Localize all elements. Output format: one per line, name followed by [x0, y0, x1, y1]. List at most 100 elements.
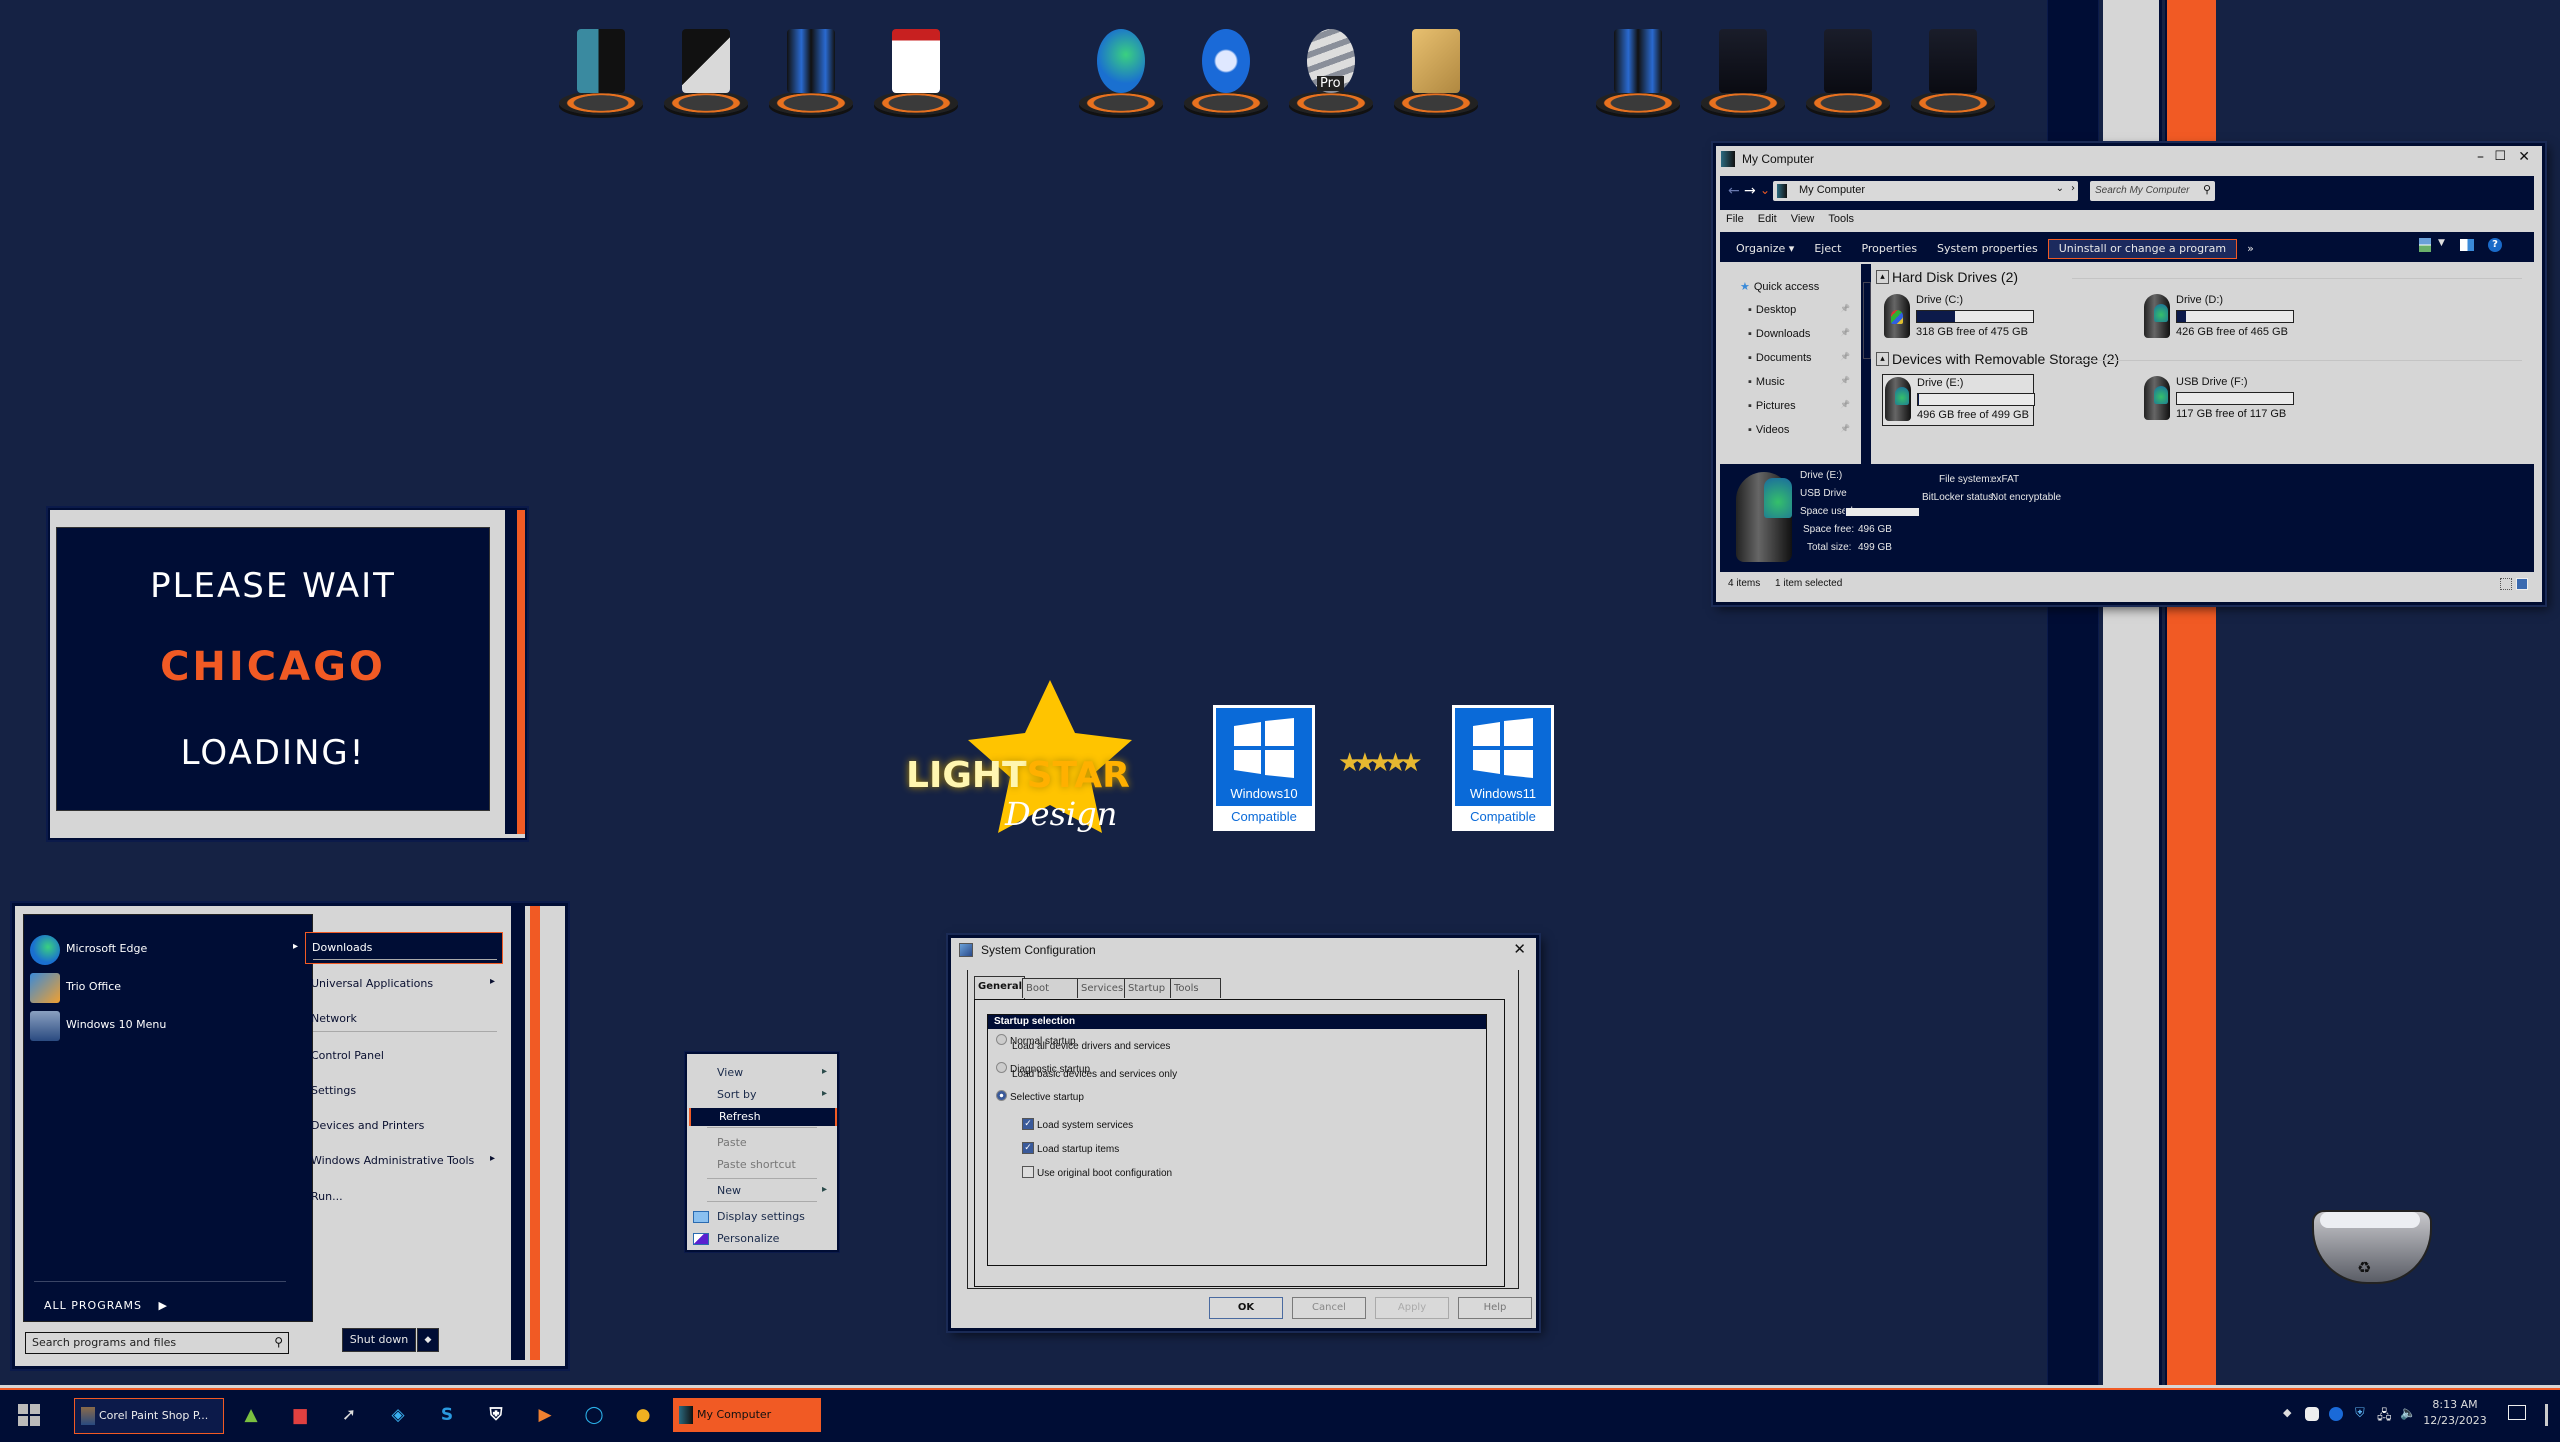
tab-boot[interactable]: Boot: [1022, 978, 1081, 998]
thunderbird-tray-icon[interactable]: [2329, 1407, 2343, 1421]
menu-file[interactable]: File: [1726, 213, 1744, 225]
recycle-bin-icon[interactable]: ♻: [2312, 1210, 2432, 1314]
more-commands-icon[interactable]: »: [2237, 238, 2264, 260]
start-pinned-item[interactable]: Trio Office: [28, 971, 306, 1003]
start-right-item[interactable]: Network: [305, 1004, 501, 1034]
start-pinned-item[interactable]: Windows 10 Menu: [28, 1009, 306, 1041]
help-icon[interactable]: ?: [2488, 238, 2502, 252]
nav-scrollbar[interactable]: [1861, 264, 1871, 464]
desktop-icon[interactable]: [1180, 25, 1272, 115]
task-my-computer[interactable]: My Computer: [673, 1398, 821, 1432]
menu-view[interactable]: View: [1791, 213, 1815, 225]
collapse-toggle[interactable]: ▴: [1876, 270, 1889, 284]
cortana-icon[interactable]: ◯: [581, 1402, 607, 1428]
pin-icon[interactable]: 📌: [1840, 328, 1850, 337]
task-corel[interactable]: Corel Paint Shop P...: [74, 1398, 224, 1434]
startup-option[interactable]: Selective startup: [996, 1085, 1084, 1104]
start-right-item[interactable]: Settings: [305, 1076, 501, 1106]
drive-tile[interactable]: Drive (C:) 318 GB free of 475 GB: [1882, 292, 2034, 342]
desktop-icon[interactable]: Pro: [1285, 25, 1377, 115]
desktop-icon[interactable]: [1802, 25, 1894, 115]
network-tray-icon[interactable]: 🖧: [2377, 1406, 2392, 1428]
context-item[interactable]: New ▸: [689, 1182, 833, 1200]
desktop-icon[interactable]: [1390, 25, 1482, 115]
context-item[interactable]: Refresh: [689, 1108, 837, 1127]
pin-icon[interactable]: 📌: [1840, 304, 1850, 313]
drive-tile[interactable]: Drive (D:) 426 GB free of 465 GB: [2142, 292, 2294, 342]
layers-icon[interactable]: ◈: [385, 1402, 411, 1428]
preview-pane-icon[interactable]: [2460, 239, 2474, 251]
menu-tools[interactable]: Tools: [1828, 213, 1854, 225]
tab-services[interactable]: Services: [1077, 978, 1128, 998]
context-item[interactable]: View ▸: [689, 1064, 833, 1082]
nav-item[interactable]: ▪ Downloads 📌: [1748, 328, 1850, 340]
checkbox-row[interactable]: ✓ Load system services: [1022, 1113, 1133, 1132]
tiles-view-icon[interactable]: [2516, 578, 2528, 590]
forward-icon[interactable]: →: [1744, 183, 1756, 199]
checkbox-row[interactable]: Use original boot configuration: [1022, 1161, 1172, 1180]
context-item[interactable]: Sort by ▸: [689, 1086, 833, 1104]
all-programs-button[interactable]: ALL PROGRAMS ▶: [44, 1299, 168, 1312]
files-icon[interactable]: ▆: [287, 1402, 313, 1428]
command-uninstall-or-change-a-program[interactable]: Uninstall or change a program: [2047, 239, 2238, 259]
address-field[interactable]: My Computer ⌄ ›: [1773, 181, 2078, 201]
explorer-titlebar[interactable]: My Computer – ☐ ✕: [1716, 146, 2542, 172]
nav-item[interactable]: ★ Quick access: [1740, 280, 1850, 293]
apply-button[interactable]: Apply: [1375, 1297, 1449, 1319]
ok-button[interactable]: OK: [1209, 1297, 1283, 1319]
menu-edit[interactable]: Edit: [1758, 213, 1777, 225]
close-button[interactable]: ✕: [2518, 149, 2530, 165]
nav-item[interactable]: ▪ Pictures 📌: [1748, 400, 1850, 412]
desktop-icon[interactable]: [555, 25, 647, 115]
checkbox-row[interactable]: ✓ Load startup items: [1022, 1137, 1119, 1156]
tab-startup[interactable]: Startup: [1124, 978, 1174, 998]
nav-item[interactable]: ▪ Videos 📌: [1748, 424, 1850, 436]
context-item[interactable]: Display settings: [689, 1208, 833, 1226]
close-button[interactable]: ✕: [1513, 940, 1526, 958]
start-search-box[interactable]: Search programs and files ⚲: [25, 1332, 289, 1354]
command-organize[interactable]: Organize ▾: [1726, 238, 1804, 260]
nav-item[interactable]: ▪ Desktop 📌: [1748, 304, 1850, 316]
pin-icon[interactable]: 📌: [1840, 352, 1850, 361]
radio-button[interactable]: [996, 1062, 1007, 1073]
nav-item[interactable]: ▪ Music 📌: [1748, 376, 1850, 388]
pin-icon[interactable]: 📌: [1840, 376, 1850, 385]
context-item[interactable]: Paste shortcut: [689, 1156, 833, 1174]
start-pinned-item[interactable]: Microsoft Edge ▸: [28, 933, 306, 965]
media-player-icon[interactable]: ▶: [532, 1402, 558, 1428]
address-dropdown-icon[interactable]: ⌄: [2056, 183, 2064, 194]
volume-tray-icon[interactable]: 🔈: [2400, 1406, 2416, 1421]
desktop-icon[interactable]: [765, 25, 857, 115]
tab-general[interactable]: General: [974, 976, 1025, 999]
view-dropdown-icon[interactable]: ▼: [2438, 238, 2445, 248]
shutdown-button[interactable]: Shut down: [342, 1328, 416, 1352]
weather-icon[interactable]: ●: [630, 1402, 656, 1428]
tab-tools[interactable]: Tools: [1170, 978, 1221, 998]
security-tray-icon[interactable]: ⛨: [2355, 1406, 2365, 1421]
start-button[interactable]: [18, 1404, 40, 1426]
clock[interactable]: 8:13 AM 12/23/2023: [2420, 1397, 2490, 1429]
desktop-icon[interactable]: [870, 25, 962, 115]
start-right-item[interactable]: Run...: [305, 1182, 501, 1212]
command-system-properties[interactable]: System properties: [1927, 238, 2048, 260]
leaf-icon[interactable]: ▲: [238, 1402, 264, 1428]
shutdown-options-button[interactable]: ◆: [417, 1328, 439, 1352]
cancel-button[interactable]: Cancel: [1292, 1297, 1366, 1319]
command-eject[interactable]: Eject: [1804, 238, 1851, 260]
shield-icon[interactable]: ⛨: [483, 1402, 509, 1428]
show-desktop-button[interactable]: [2545, 1404, 2548, 1426]
pin-icon[interactable]: 📌: [1840, 424, 1850, 433]
desktop-icon[interactable]: [1075, 25, 1167, 115]
recent-dropdown-icon[interactable]: ⌄: [1760, 183, 1770, 197]
search-box[interactable]: Search My Computer ⚲: [2090, 181, 2215, 201]
start-right-item[interactable]: Windows Administrative Tools ▸: [305, 1146, 501, 1176]
view-options-icon[interactable]: [2419, 238, 2431, 252]
desktop-icon[interactable]: [1697, 25, 1789, 115]
checkbox-unchecked[interactable]: [1022, 1165, 1034, 1178]
radio-button[interactable]: [996, 1034, 1007, 1045]
desktop-icon[interactable]: [660, 25, 752, 115]
checkbox-checked[interactable]: ✓: [1022, 1141, 1034, 1154]
start-right-item[interactable]: Control Panel: [305, 1041, 501, 1071]
nav-item[interactable]: ▪ Documents 📌: [1748, 352, 1850, 364]
start-right-item[interactable]: Devices and Printers: [305, 1111, 501, 1141]
